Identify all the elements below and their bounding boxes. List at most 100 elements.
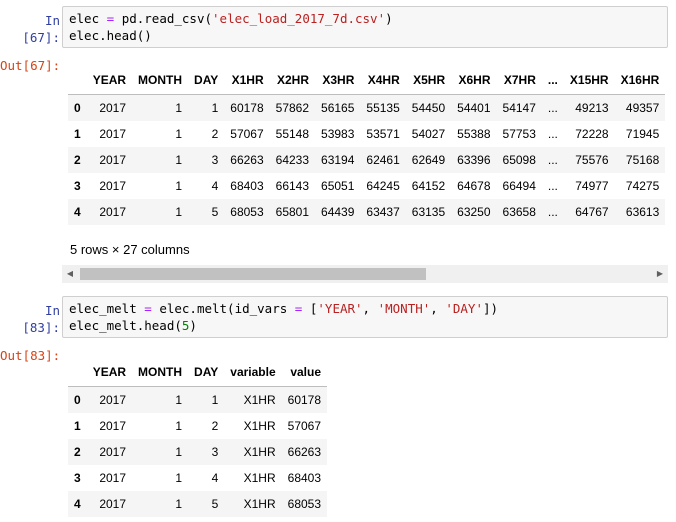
table-cell: 55135 — [366, 101, 400, 115]
column-header: DAY — [188, 358, 225, 387]
code-string: 'YEAR' — [317, 301, 363, 316]
column-header: X7HR — [496, 66, 542, 95]
triangle-left-icon[interactable]: ◀ — [62, 265, 78, 283]
table-cell: 63135 — [411, 205, 446, 219]
row-index: 4 — [74, 497, 81, 511]
table-cell: 5 — [211, 205, 219, 219]
table-cell: 64678 — [457, 179, 491, 193]
table-cell: 54401 — [457, 101, 491, 115]
table-cell: 2017 — [99, 205, 127, 219]
table-cell: 1 — [175, 153, 183, 167]
table-cell: 68053 — [287, 497, 322, 511]
table-cell: 1 — [175, 471, 183, 485]
table-cell: 55148 — [275, 127, 310, 141]
table-cell: 71945 — [625, 127, 660, 141]
table-cell: 57067 — [230, 127, 264, 141]
row-index: 1 — [74, 127, 81, 141]
table-cell: 4 — [211, 471, 219, 485]
table-row: 1 2017 1 2 X1HR 57067 — [68, 413, 327, 439]
table-cell: 2017 — [99, 127, 127, 141]
column-header: YEAR — [86, 66, 133, 95]
table-cell: 66263 — [287, 445, 322, 459]
table-cell: 1 — [175, 179, 183, 193]
table-row: 2 2017 1 3 66263 64233 63194 62461 62649 63396 650… — [68, 147, 666, 173]
table-cell: 1 — [175, 101, 183, 115]
column-header: value — [281, 358, 328, 387]
code-cell-67[interactable]: elec = pd.read_csv('elec_load_2017_7d.cs… — [62, 6, 668, 48]
table-row: 0 2017 1 1 60178 57862 56165 55135 54450 54401 541… — [68, 94, 666, 121]
row-index: 1 — [74, 419, 81, 433]
table-cell: 63396 — [457, 153, 491, 167]
column-header — [68, 66, 87, 95]
code-token: , — [362, 301, 378, 316]
table-row: 0 2017 1 1 X1HR 60178 — [68, 386, 328, 413]
table-cell: 1 — [175, 497, 183, 511]
column-header: DAY — [188, 66, 225, 95]
table-cell: 54147 — [502, 101, 536, 115]
table-cell: 53983 — [321, 127, 355, 141]
table-cell: 2 — [211, 127, 219, 141]
code-token: ) — [385, 11, 393, 26]
table-cell: 1 — [175, 393, 183, 407]
table-cell: 63658 — [502, 205, 536, 219]
table-cell: 2017 — [99, 179, 127, 193]
table-row: 4 2017 1 5 68053 65801 64439 63437 63135 63250 636… — [68, 199, 666, 225]
table-cell: 65098 — [502, 153, 536, 167]
code-cell-83[interactable]: elec_melt = elec.melt(id_vars = ['YEAR',… — [62, 296, 668, 338]
scrollbar-thumb[interactable] — [80, 268, 426, 280]
table-row: 1 2017 1 2 57067 55148 53983 53571 54027 55388 577… — [68, 121, 665, 147]
table-cell: 2017 — [99, 445, 127, 459]
code-token: elec_melt — [69, 301, 145, 316]
table-cell: 1 — [175, 205, 183, 219]
table-cell: ... — [547, 153, 558, 167]
table-cell: 68053 — [230, 205, 264, 219]
table-cell: 2017 — [99, 101, 127, 115]
column-header: YEAR — [86, 358, 133, 387]
column-header: X5HR — [405, 66, 452, 95]
table-cell: 62461 — [366, 153, 400, 167]
code-token: elec_melt.head( — [69, 318, 182, 333]
table-cell: X1HR — [243, 497, 276, 511]
table-cell: X1HR — [243, 419, 276, 433]
table-cell: 64233 — [275, 153, 310, 167]
code-token: elec — [69, 11, 107, 26]
table-cell: 60178 — [230, 101, 264, 115]
column-header: MONTH — [132, 66, 189, 95]
table-cell: 54450 — [411, 101, 446, 115]
table-cell: 63613 — [625, 205, 660, 219]
input-prompt-67: In [67]: — [22, 13, 60, 45]
column-header: X3HR — [315, 66, 361, 95]
table-cell: ... — [547, 101, 558, 115]
output-prompt-67: Out[67]: — [0, 58, 61, 73]
table-cell: 5 — [211, 497, 219, 511]
code-string: 'MONTH' — [377, 301, 431, 316]
table-cell: 1 — [175, 419, 183, 433]
column-header: ... — [541, 66, 564, 95]
column-header: X15HR — [563, 66, 615, 95]
table-cell: 65051 — [321, 179, 355, 193]
table-row: 2 2017 1 3 X1HR 66263 — [68, 439, 328, 465]
column-header: MONTH — [132, 358, 189, 387]
table-cell: 3 — [211, 153, 219, 167]
code-token: elec.head() — [69, 28, 152, 43]
table-cell: 72228 — [575, 127, 609, 141]
dataframe-table: YEAR MONTH DAY X1HR X2HR X3HR X4HR X5HR X6HR X7HR… — [68, 66, 666, 225]
row-index: 3 — [74, 471, 81, 485]
table-cell: 1 — [211, 101, 219, 115]
horizontal-scrollbar[interactable]: ◀ ▶ — [62, 265, 668, 283]
table-cell: 49357 — [625, 101, 660, 115]
code-token: ]) — [483, 301, 499, 316]
table-cell: 4 — [211, 179, 219, 193]
column-header: X16HR — [614, 66, 666, 95]
column-header: variable — [224, 358, 282, 387]
triangle-right-icon[interactable]: ▶ — [652, 265, 668, 283]
column-header: X2HR — [269, 66, 316, 95]
table-cell: 63437 — [366, 205, 400, 219]
input-prompt-83: In [83]: — [22, 303, 60, 335]
table-cell: 65801 — [275, 205, 310, 219]
table-cell: X1HR — [243, 471, 276, 485]
table-cell: 64152 — [411, 179, 446, 193]
column-header — [68, 358, 87, 387]
table-cell: 66263 — [230, 153, 264, 167]
table-cell: 1 — [175, 445, 183, 459]
